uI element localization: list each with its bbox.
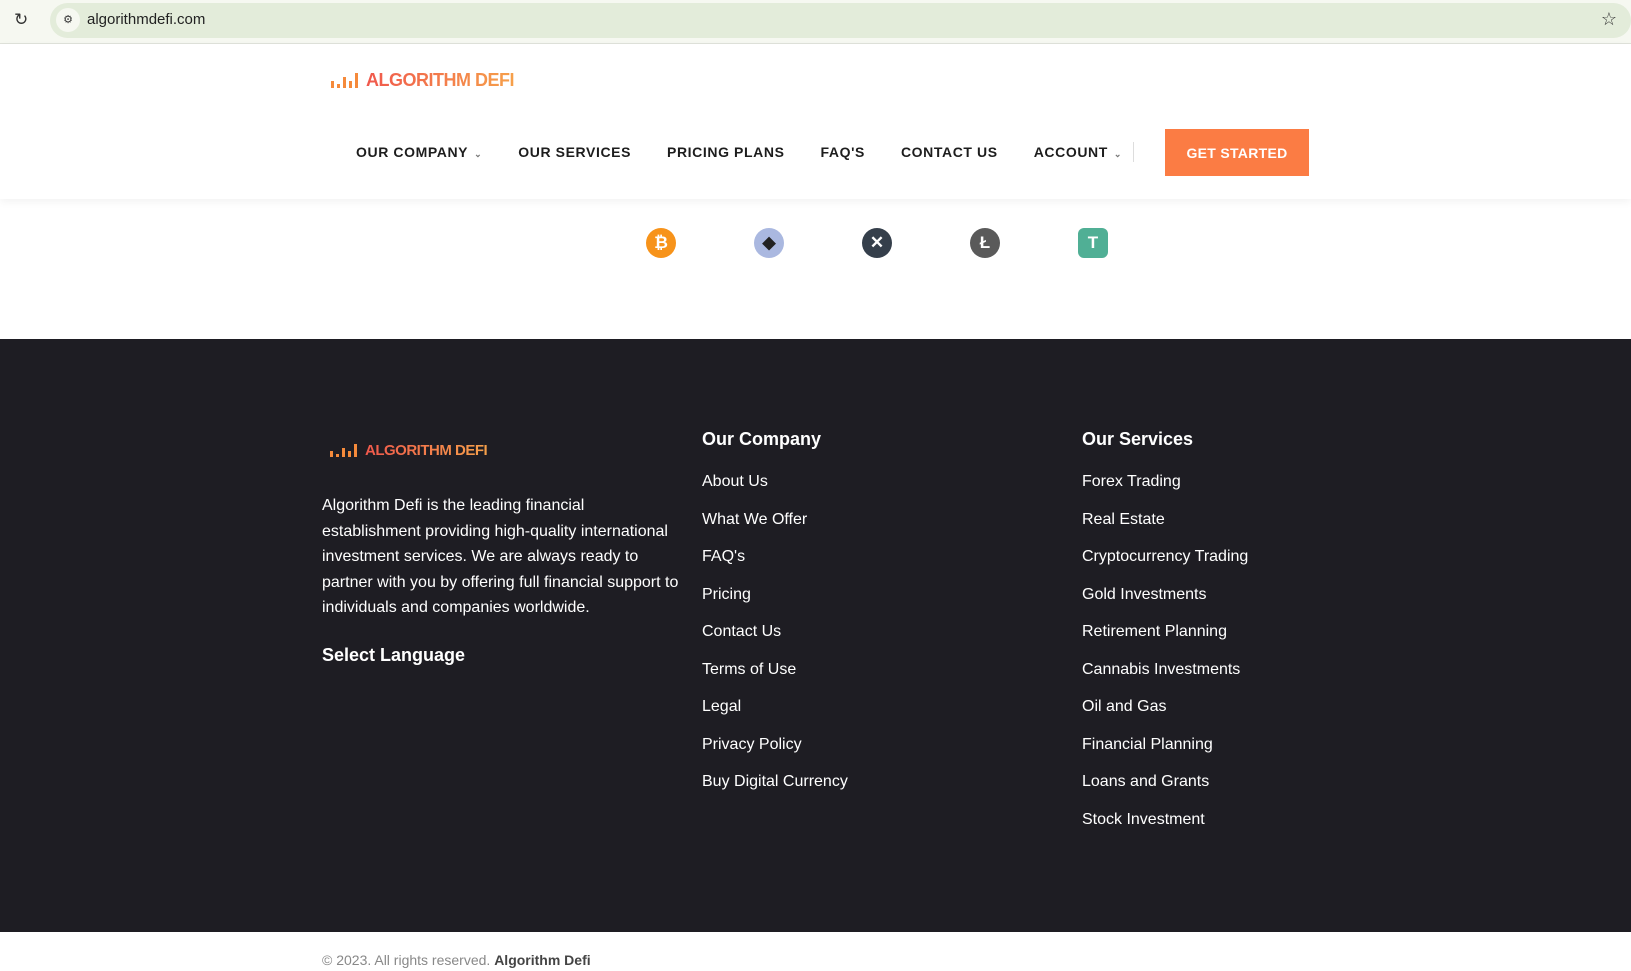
nav-our-services[interactable]: OUR SERVICES — [518, 144, 631, 160]
logo-text: ALGORITHM DEFI — [365, 442, 488, 459]
site-settings-icon[interactable]: ⚙ — [56, 8, 80, 32]
chevron-down-icon: ⌄ — [474, 149, 483, 159]
footer-link[interactable]: What We Offer — [702, 511, 848, 549]
bookmark-star-icon[interactable]: ☆ — [1601, 9, 1617, 30]
ethereum-icon: ◆ — [754, 228, 784, 258]
site-logo[interactable]: ALGORITHM DEFI — [331, 70, 515, 91]
column-heading: Our Services — [1082, 429, 1194, 449]
footer-logo[interactable]: ALGORITHM DEFI — [330, 442, 488, 459]
footer-link[interactable]: Cryptocurrency Trading — [1082, 548, 1248, 586]
address-bar[interactable]: ⚙ algorithmdefi.com ☆ — [50, 3, 1631, 38]
bitcoin-icon: ₿ — [646, 228, 676, 258]
copyright-brand: Algorithm Defi — [494, 952, 591, 968]
nav-divider — [1133, 142, 1134, 162]
footer-link[interactable]: Forex Trading — [1082, 473, 1248, 511]
xrp-icon: ✕ — [862, 228, 892, 258]
footer-about-text: Algorithm Defi is the leading financial … — [322, 497, 679, 616]
chevron-down-icon: ⌄ — [1113, 149, 1123, 159]
footer-link[interactable]: Stock Investment — [1082, 811, 1248, 849]
footer-link[interactable]: Cannabis Investments — [1082, 661, 1248, 699]
site-header: ALGORITHM DEFI OUR COMPANY ⌄ OUR SERVICES… — [0, 44, 1631, 199]
site-footer: ALGORITHM DEFI Algorithm Defi is the lea… — [0, 339, 1631, 932]
footer-link[interactable]: Loans and Grants — [1082, 773, 1248, 811]
litecoin-icon: Ł — [970, 228, 1000, 258]
coin-icons: ₿ ◆ ✕ Ł T — [646, 228, 1108, 258]
footer-link[interactable]: Gold Investments — [1082, 586, 1248, 624]
nav-label: OUR COMPANY — [356, 144, 469, 160]
url-text[interactable]: algorithmdefi.com — [87, 11, 205, 28]
footer-link[interactable]: Financial Planning — [1082, 736, 1248, 774]
footer-link[interactable]: Real Estate — [1082, 511, 1248, 549]
get-started-button[interactable]: GET STARTED — [1165, 129, 1309, 176]
main-nav: OUR COMPANY ⌄ OUR SERVICES PRICING PLANS … — [356, 144, 1122, 160]
footer-link[interactable]: About Us — [702, 473, 848, 511]
nav-faqs[interactable]: FAQ'S — [821, 144, 865, 160]
logo-text: ALGORITHM DEFI — [366, 70, 515, 90]
footer-link[interactable]: Oil and Gas — [1082, 698, 1248, 736]
copyright: © 2023. All rights reserved. Algorithm D… — [322, 952, 591, 968]
select-language-heading: Select Language — [322, 645, 466, 665]
nav-account[interactable]: ACCOUNT ⌄ — [1034, 144, 1122, 160]
footer-services-column: Our Services Forex Trading Real Estate C… — [1082, 429, 1248, 848]
footer-link[interactable]: Contact Us — [702, 623, 848, 661]
nav-contact-us[interactable]: CONTACT US — [901, 144, 998, 160]
nav-our-company[interactable]: OUR COMPANY ⌄ — [356, 144, 482, 160]
logo-bars-icon — [330, 444, 357, 457]
footer-link[interactable]: FAQ's — [702, 548, 848, 586]
browser-toolbar: ↻ ⚙ algorithmdefi.com ☆ — [0, 0, 1631, 44]
logo-bars-icon — [331, 73, 358, 88]
nav-pricing-plans[interactable]: PRICING PLANS — [667, 144, 784, 160]
copyright-text: © 2023. All rights reserved. — [322, 952, 491, 968]
footer-link[interactable]: Buy Digital Currency — [702, 773, 848, 811]
footer-link[interactable]: Pricing — [702, 586, 848, 624]
tether-icon: T — [1078, 228, 1108, 258]
nav-label: ACCOUNT — [1033, 144, 1108, 160]
column-heading: Our Company — [702, 429, 822, 449]
footer-link[interactable]: Privacy Policy — [702, 736, 848, 774]
reload-icon[interactable]: ↻ — [14, 10, 28, 30]
footer-link[interactable]: Legal — [702, 698, 848, 736]
footer-link[interactable]: Retirement Planning — [1082, 623, 1248, 661]
footer-company-column: Our Company About Us What We Offer FAQ's… — [702, 429, 848, 811]
footer-link[interactable]: Terms of Use — [702, 661, 848, 699]
